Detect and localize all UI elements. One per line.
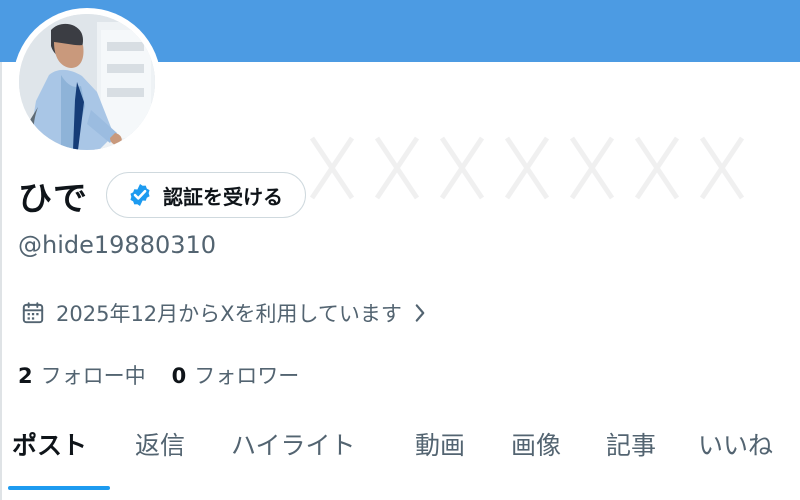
joined-date-text: 2025年12月からXを利用しています [56,302,402,326]
tab-images[interactable]: 画像 [511,426,561,462]
following-link[interactable]: 2 フォロー中 [18,360,146,390]
joined-date-row[interactable]: 2025年12月からXを利用しています [20,298,428,328]
following-count: 2 [18,364,33,388]
display-name: ひで [18,178,88,219]
tab-highlights[interactable]: ハイライト [231,426,356,462]
tab-videos[interactable]: 動画 [415,426,465,462]
tab-posts[interactable]: ポスト [12,426,87,462]
faint-banner-watermark [309,136,745,200]
follow-stats: 2 フォロー中 0 フォロワー [18,360,299,390]
avatar-frame[interactable] [13,8,161,156]
name-row: ひで 認証を受ける [18,171,306,219]
calendar-icon [22,302,44,324]
avatar-photo [19,14,155,150]
followers-link[interactable]: 0 フォロワー [172,360,300,390]
followers-label: フォロワー [194,364,300,388]
following-label: フォロー中 [40,364,146,388]
followers-count: 0 [171,364,187,388]
profile-tabs: ポスト 返信 ハイライト 動画 画像 記事 いいね [0,420,800,496]
verified-badge-icon [130,183,150,207]
tab-replies[interactable]: 返信 [135,426,185,462]
avatar[interactable] [19,14,155,150]
tab-articles[interactable]: 記事 [606,426,656,462]
user-handle: @hide19880310 [18,231,217,259]
get-verified-label: 認証を受ける [163,186,283,209]
tab-likes[interactable]: いいね [698,426,773,462]
chevron-right-icon [415,304,425,322]
profile-page: ひで 認証を受ける @hide19880310 2025年12月からXを利用して… [0,0,800,500]
get-verified-button[interactable]: 認証を受ける [106,172,306,218]
active-tab-indicator [8,486,110,490]
